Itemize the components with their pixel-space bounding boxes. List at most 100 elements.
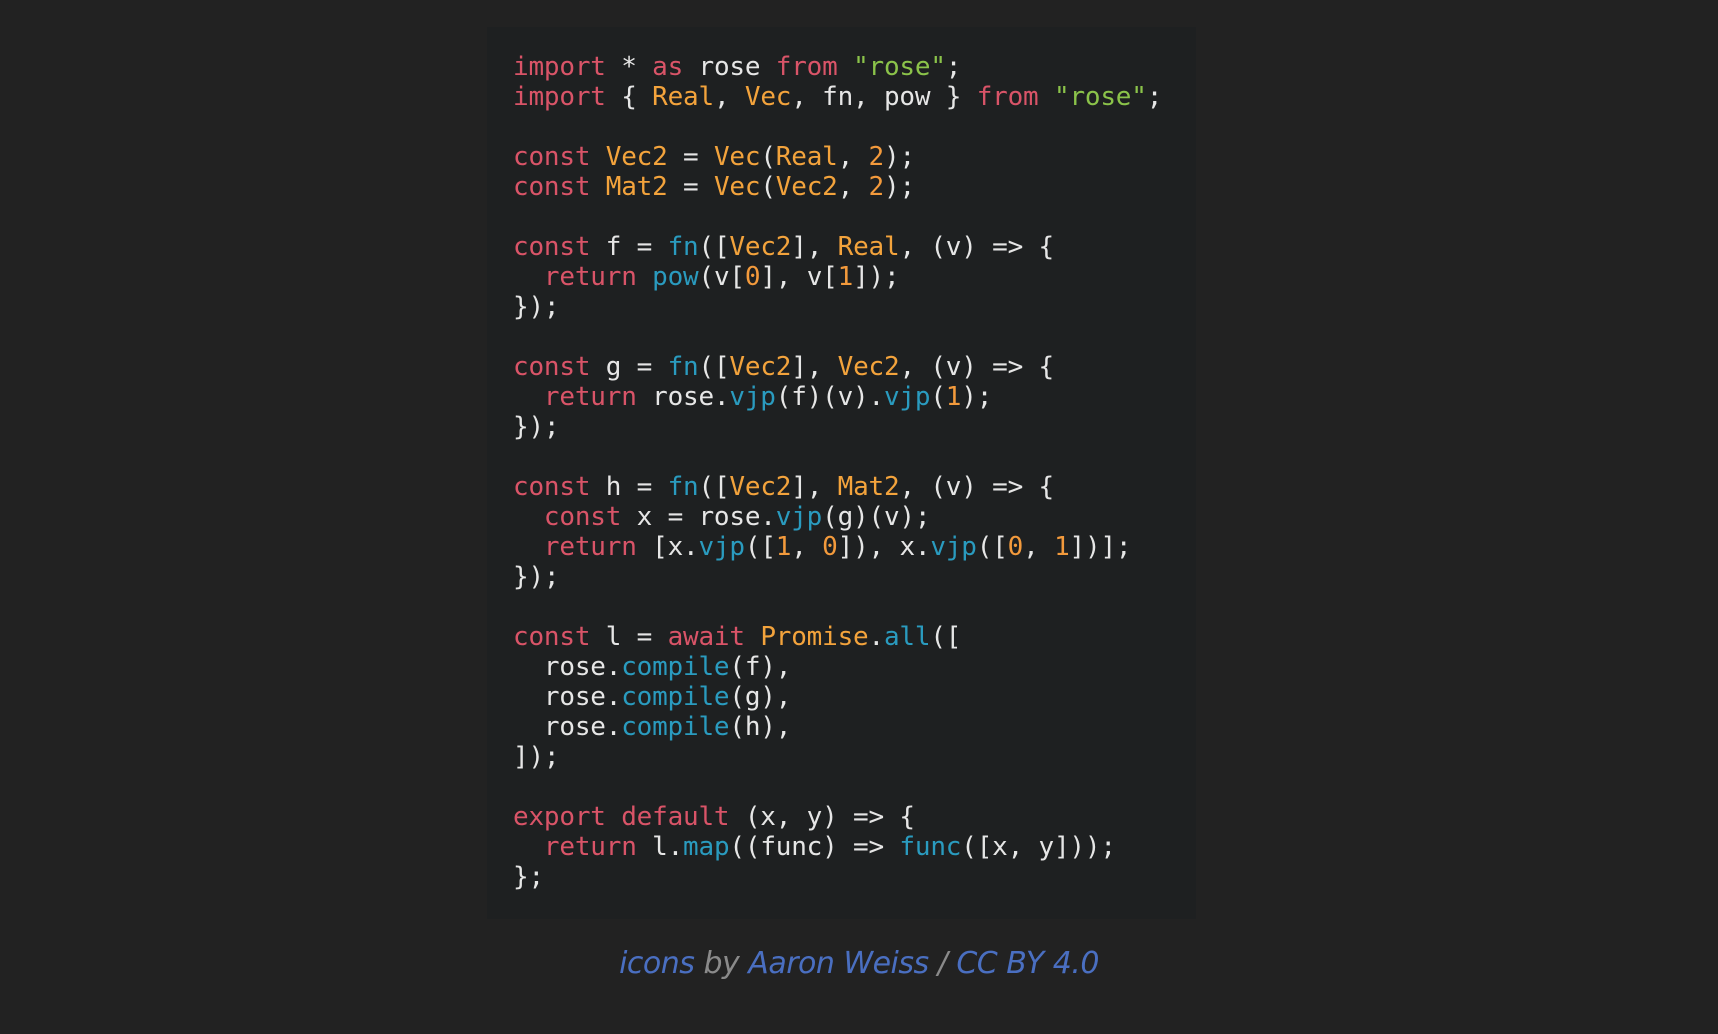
code-line: }); xyxy=(513,562,1196,592)
code-token: 0 xyxy=(822,532,838,562)
license-link[interactable]: CC BY 4.0 xyxy=(956,946,1099,981)
code-token: return xyxy=(543,832,637,862)
code-line: export default (x, y) => { xyxy=(513,802,1196,832)
code-line: return [x.vjp([1, 0]), x.vjp([0, 1])]; xyxy=(513,532,1196,562)
code-token: all xyxy=(883,622,931,652)
code-token: (g), xyxy=(729,682,792,712)
code-token: await xyxy=(667,622,745,652)
code-token: g = xyxy=(590,352,668,382)
code-token: , xyxy=(1023,532,1055,562)
code-token: const xyxy=(513,352,591,382)
code-token: from xyxy=(775,52,838,82)
code-token: [x. xyxy=(636,532,699,562)
author-link[interactable]: Aaron Weiss xyxy=(748,946,929,981)
code-token: ); xyxy=(884,142,915,172)
code-line: import * as rose from "rose"; xyxy=(513,52,1196,82)
code-token: = xyxy=(667,172,714,202)
code-token: Vec2 xyxy=(605,142,668,172)
code-token: default xyxy=(621,802,730,832)
code-token: ([ xyxy=(930,622,962,652)
code-listing: import * as rose from "rose"; import { Re… xyxy=(513,52,1196,892)
code-token: export xyxy=(513,802,606,832)
code-token: ( xyxy=(760,172,776,202)
code-token: return xyxy=(543,382,637,412)
code-token: Vec xyxy=(713,172,761,202)
code-token: ); xyxy=(884,172,915,202)
code-line: }; xyxy=(513,862,1196,892)
code-line: const g = fn([Vec2], Vec2, (v) => { xyxy=(513,352,1196,382)
code-token: Vec2 xyxy=(729,352,792,382)
code-line: rose.compile(h), xyxy=(513,712,1196,742)
code-token: , (v) => { xyxy=(899,232,1054,262)
code-token: ([x, y])); xyxy=(961,832,1116,862)
icons-link[interactable]: icons xyxy=(619,946,695,981)
code-token: (v[ xyxy=(698,262,746,292)
code-token: return xyxy=(543,532,637,562)
code-token: func xyxy=(899,832,962,862)
code-token: vjp xyxy=(729,382,776,412)
code-token: map xyxy=(683,832,730,862)
code-token: fn xyxy=(667,232,699,262)
code-token: ], v[ xyxy=(760,262,838,292)
code-token: Vec2 xyxy=(837,352,900,382)
code-token: (x, y) => { xyxy=(729,802,915,832)
code-token: h = xyxy=(590,472,668,502)
code-token: Real xyxy=(837,232,900,262)
code-token: }); xyxy=(513,412,560,442)
code-token: * xyxy=(605,52,653,82)
code-token: Vec2 xyxy=(729,232,792,262)
code-token: compile xyxy=(621,712,730,742)
code-token: vjp xyxy=(883,382,931,412)
code-token: ( xyxy=(930,382,946,412)
code-line: const Vec2 = Vec(Real, 2); xyxy=(513,142,1196,172)
code-token: }); xyxy=(513,292,560,322)
code-token: (f)(v). xyxy=(775,382,884,412)
code-token: Vec xyxy=(713,142,761,172)
code-token: const xyxy=(513,172,591,202)
code-token: "rose" xyxy=(1053,82,1147,112)
code-token: , fn, pow } xyxy=(791,82,977,112)
code-token: import xyxy=(513,52,606,82)
code-token: (g)(v); xyxy=(822,502,931,532)
code-token: return xyxy=(543,262,637,292)
code-token: ])]; xyxy=(1069,532,1132,562)
code-token: l = xyxy=(590,622,668,652)
code-line: return pow(v[0], v[1]); xyxy=(513,262,1196,292)
code-token: Mat2 xyxy=(837,472,900,502)
code-token: ); xyxy=(961,382,993,412)
code-token: Mat2 xyxy=(605,172,668,202)
code-token: const xyxy=(513,142,591,172)
code-token: rose. xyxy=(513,652,622,682)
code-block: import * as rose from "rose"; import { Re… xyxy=(487,27,1196,919)
by-text: by xyxy=(694,946,749,981)
code-token: rose xyxy=(683,52,776,82)
code-line: import { Real, Vec, fn, pow } from "rose… xyxy=(513,82,1196,112)
code-token: ]), x. xyxy=(837,532,931,562)
code-line: return l.map((func) => func([x, y])); xyxy=(513,832,1196,862)
code-line: const f = fn([Vec2], Real, (v) => { xyxy=(513,232,1196,262)
code-token: ; xyxy=(945,52,962,82)
code-token: ([ xyxy=(698,472,730,502)
code-token: ((func) => xyxy=(729,832,900,862)
code-token: (f), xyxy=(729,652,792,682)
code-token: Promise xyxy=(760,622,869,652)
code-token: x = rose. xyxy=(621,502,776,532)
code-token: 2 xyxy=(868,172,885,202)
code-token: ], xyxy=(791,232,838,262)
code-token: = xyxy=(667,142,714,172)
attribution-footer: icons by Aaron Weiss / CC BY 4.0 xyxy=(0,944,1718,984)
code-token: as xyxy=(652,52,684,82)
code-token: 1 xyxy=(945,382,962,412)
code-token: ], xyxy=(791,472,838,502)
code-token: Real xyxy=(652,82,714,112)
code-line: const h = fn([Vec2], Mat2, (v) => { xyxy=(513,472,1196,502)
code-token: ([ xyxy=(698,352,730,382)
code-token: , (v) => { xyxy=(899,352,1054,382)
